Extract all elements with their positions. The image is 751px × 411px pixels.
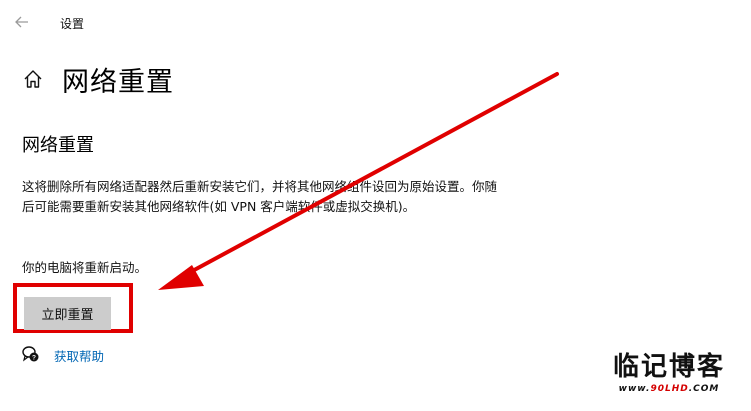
restart-note: 你的电脑将重新启动。 <box>22 260 148 275</box>
section-title: 网络重置 <box>22 135 94 156</box>
get-help-link[interactable]: 获取帮助 <box>54 346 104 365</box>
window-title: 设置 <box>60 17 85 31</box>
watermark-url: www.90LHD.COM <box>599 384 739 394</box>
arrow-left-icon <box>15 16 28 28</box>
watermark-url-host: 90LHD <box>650 384 689 394</box>
reset-now-button[interactable]: 立即重置 <box>24 297 111 330</box>
help-chat-icon[interactable]: ? <box>22 345 40 363</box>
watermark-url-prefix: www. <box>618 384 651 394</box>
section-description: 这将删除所有网络适配器然后重新安装它们，并将其他网络组件设回为原始设置。你随后可… <box>22 179 498 214</box>
back-button[interactable] <box>12 12 32 32</box>
home-icon[interactable] <box>22 68 44 90</box>
svg-text:?: ? <box>32 355 36 362</box>
page-title: 网络重置 <box>62 67 174 98</box>
watermark-title: 临记博客 <box>612 352 725 382</box>
watermark-url-suffix: .COM <box>688 384 720 394</box>
watermark-logo: 临记博客 www.90LHD.COM <box>599 352 739 394</box>
